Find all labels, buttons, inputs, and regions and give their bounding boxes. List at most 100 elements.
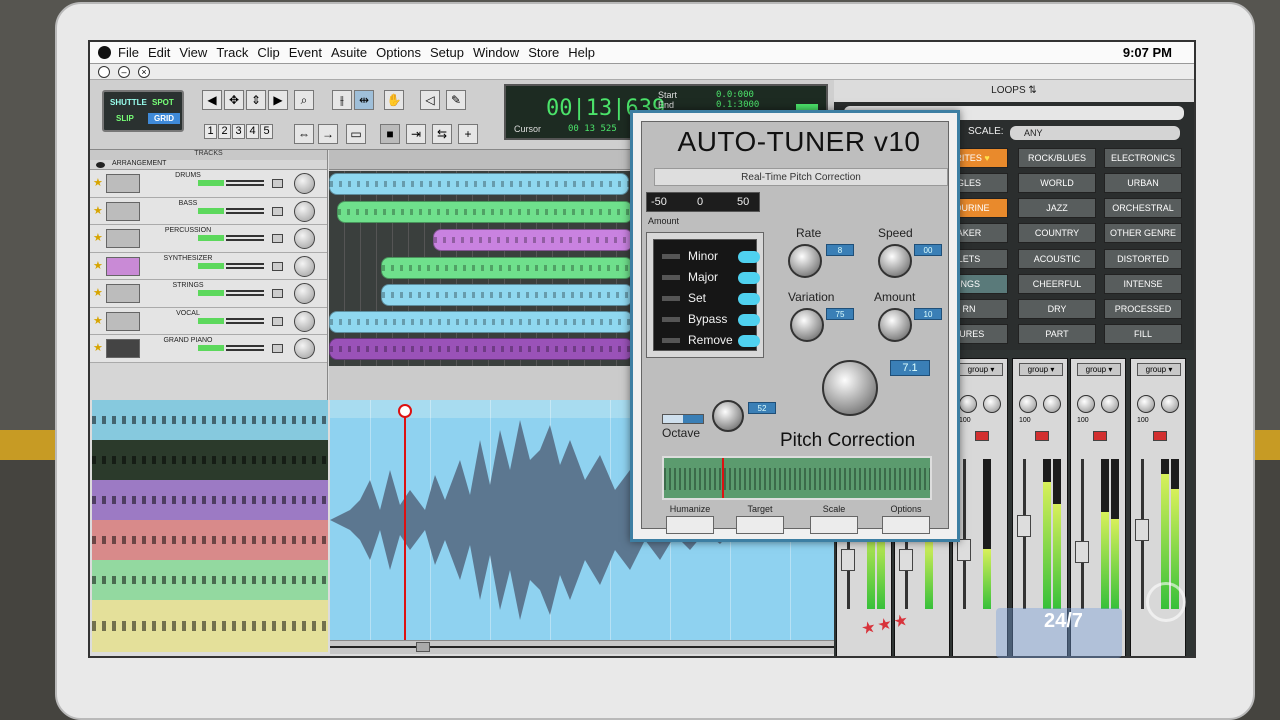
- mode-grid[interactable]: GRID: [148, 113, 180, 124]
- mode-minor[interactable]: Minor: [662, 248, 760, 266]
- speaker-tool-icon[interactable]: ◁: [420, 90, 440, 110]
- track-row-drums[interactable]: ★ DRUMS: [90, 170, 327, 198]
- toggle-switch[interactable]: [738, 272, 760, 284]
- select-tool-icon[interactable]: ⇹: [354, 90, 374, 110]
- grid-number-3[interactable]: 3: [232, 124, 245, 139]
- volume-fader[interactable]: [226, 290, 264, 296]
- loop-tag[interactable]: ELECTRONICS: [1104, 148, 1182, 168]
- mode-slip[interactable]: SLIP: [116, 114, 134, 123]
- loop-tag[interactable]: INTENSE: [1104, 274, 1182, 294]
- target-button[interactable]: [736, 516, 784, 534]
- channel-fader[interactable]: [1075, 541, 1089, 563]
- scale-button[interactable]: [810, 516, 858, 534]
- wave-strip-vocal[interactable]: [92, 600, 328, 652]
- scrollbar-thumb[interactable]: [416, 642, 430, 652]
- octave-knob[interactable]: [712, 400, 744, 432]
- hand-tool-icon[interactable]: ✋: [384, 90, 404, 110]
- toggle-switch[interactable]: [738, 293, 760, 305]
- timeline-ruler[interactable]: [329, 150, 633, 170]
- toggle-switch[interactable]: [738, 335, 760, 347]
- toggle-switch[interactable]: [738, 251, 760, 263]
- star-icon[interactable]: ★: [93, 231, 103, 244]
- pitch-waveform-display[interactable]: [662, 456, 932, 500]
- arrangement-eye-icon[interactable]: [96, 162, 105, 168]
- monitor-toggle[interactable]: [272, 316, 283, 326]
- loop-tag[interactable]: DISTORTED: [1104, 249, 1182, 269]
- monitor-toggle[interactable]: [272, 234, 283, 243]
- skip-icon[interactable]: ⇥: [406, 124, 426, 144]
- editor-scrollbar[interactable]: [330, 640, 834, 654]
- loop-tag[interactable]: OTHER GENRE: [1104, 223, 1182, 243]
- window-zoom-button[interactable]: ×: [138, 66, 150, 78]
- loop-tag[interactable]: PROCESSED: [1104, 299, 1182, 319]
- clip-bass[interactable]: [337, 201, 633, 223]
- mode-spot[interactable]: SPOT: [152, 98, 174, 107]
- loop-tag[interactable]: ROCK/BLUES: [1018, 148, 1096, 168]
- scale-select[interactable]: ANY: [1010, 126, 1180, 140]
- mute-button[interactable]: [1093, 431, 1107, 441]
- loop-tag[interactable]: URBAN: [1104, 173, 1182, 193]
- menu-asuite[interactable]: Asuite: [331, 45, 367, 60]
- track-row-strings[interactable]: ★ STRINGS: [90, 280, 327, 308]
- menu-event[interactable]: Event: [289, 45, 322, 60]
- fit-icon[interactable]: ⇔: [294, 124, 314, 144]
- humanize-button[interactable]: [666, 516, 714, 534]
- channel-fader[interactable]: [841, 549, 855, 571]
- monitor-toggle[interactable]: [272, 261, 283, 271]
- options-button[interactable]: [882, 516, 930, 534]
- pan-knob[interactable]: [294, 228, 315, 249]
- loop-tag[interactable]: ACOUSTIC: [1018, 249, 1096, 269]
- split-tool-icon[interactable]: ⫲: [332, 90, 352, 110]
- pan-knob[interactable]: [983, 395, 1001, 413]
- wave-strip-percussion[interactable]: [92, 480, 328, 520]
- zoom-tool-icon[interactable]: ⌕: [294, 90, 314, 110]
- menu-view[interactable]: View: [179, 45, 207, 60]
- volume-fader[interactable]: [226, 345, 264, 351]
- toggle-switch[interactable]: [738, 314, 760, 326]
- mode-bypass[interactable]: Bypass: [662, 311, 760, 329]
- send-knob[interactable]: [1019, 395, 1037, 413]
- star-icon[interactable]: ★: [93, 176, 103, 189]
- volume-fader[interactable]: [226, 180, 264, 186]
- mode-shuttle[interactable]: SHUTTLE: [110, 98, 147, 107]
- track-row-synthesizer[interactable]: ★ SYNTHESIZER: [90, 252, 327, 280]
- clip-drums[interactable]: [329, 173, 629, 195]
- track-row-vocal[interactable]: ★ VOCAL: [90, 307, 327, 335]
- mode-remove[interactable]: Remove: [662, 332, 760, 350]
- loop-tag[interactable]: FILL: [1104, 324, 1182, 344]
- menu-help[interactable]: Help: [568, 45, 595, 60]
- wave-strip-synthesizer[interactable]: [92, 520, 328, 560]
- pan-knob[interactable]: [1101, 395, 1119, 413]
- channel-fader[interactable]: [899, 549, 913, 571]
- amount-knob[interactable]: [878, 308, 912, 342]
- move-cross-icon[interactable]: ✥: [224, 90, 244, 110]
- wave-strip-strings[interactable]: [92, 560, 328, 600]
- wave-strip-drums[interactable]: [92, 400, 328, 440]
- go-end-icon[interactable]: →: [318, 124, 338, 144]
- nudge-right-icon[interactable]: ▶: [268, 90, 288, 110]
- track-row-percussion[interactable]: ★ PERCUSSION: [90, 225, 327, 253]
- clip-percussion[interactable]: [433, 229, 633, 251]
- mute-button[interactable]: [1153, 431, 1167, 441]
- menu-options[interactable]: Options: [376, 45, 421, 60]
- channel-fader[interactable]: [1135, 519, 1149, 541]
- zoom-vertical-icon[interactable]: ⇕: [246, 90, 266, 110]
- volume-fader[interactable]: [226, 235, 264, 241]
- menu-edit[interactable]: Edit: [148, 45, 170, 60]
- track-row-grand-piano[interactable]: ★ GRAND PIANO: [90, 335, 327, 363]
- loop-tag[interactable]: WORLD: [1018, 173, 1096, 193]
- pan-knob[interactable]: [294, 200, 315, 222]
- variation-knob[interactable]: [790, 308, 824, 342]
- clip-grid[interactable]: [329, 171, 633, 366]
- clip-synthesizer[interactable]: [381, 257, 633, 279]
- monitor-toggle[interactable]: [272, 289, 283, 298]
- menu-track[interactable]: Track: [216, 45, 248, 60]
- clip-vocal[interactable]: [329, 311, 633, 333]
- menu-store[interactable]: Store: [528, 45, 559, 60]
- mode-major[interactable]: Major: [662, 269, 760, 287]
- volume-fader[interactable]: [226, 262, 264, 269]
- playhead-handle[interactable]: [398, 404, 412, 418]
- send-knob[interactable]: [1077, 395, 1095, 413]
- loop-icon[interactable]: ▭: [346, 124, 366, 144]
- menu-clip[interactable]: Clip: [257, 45, 279, 60]
